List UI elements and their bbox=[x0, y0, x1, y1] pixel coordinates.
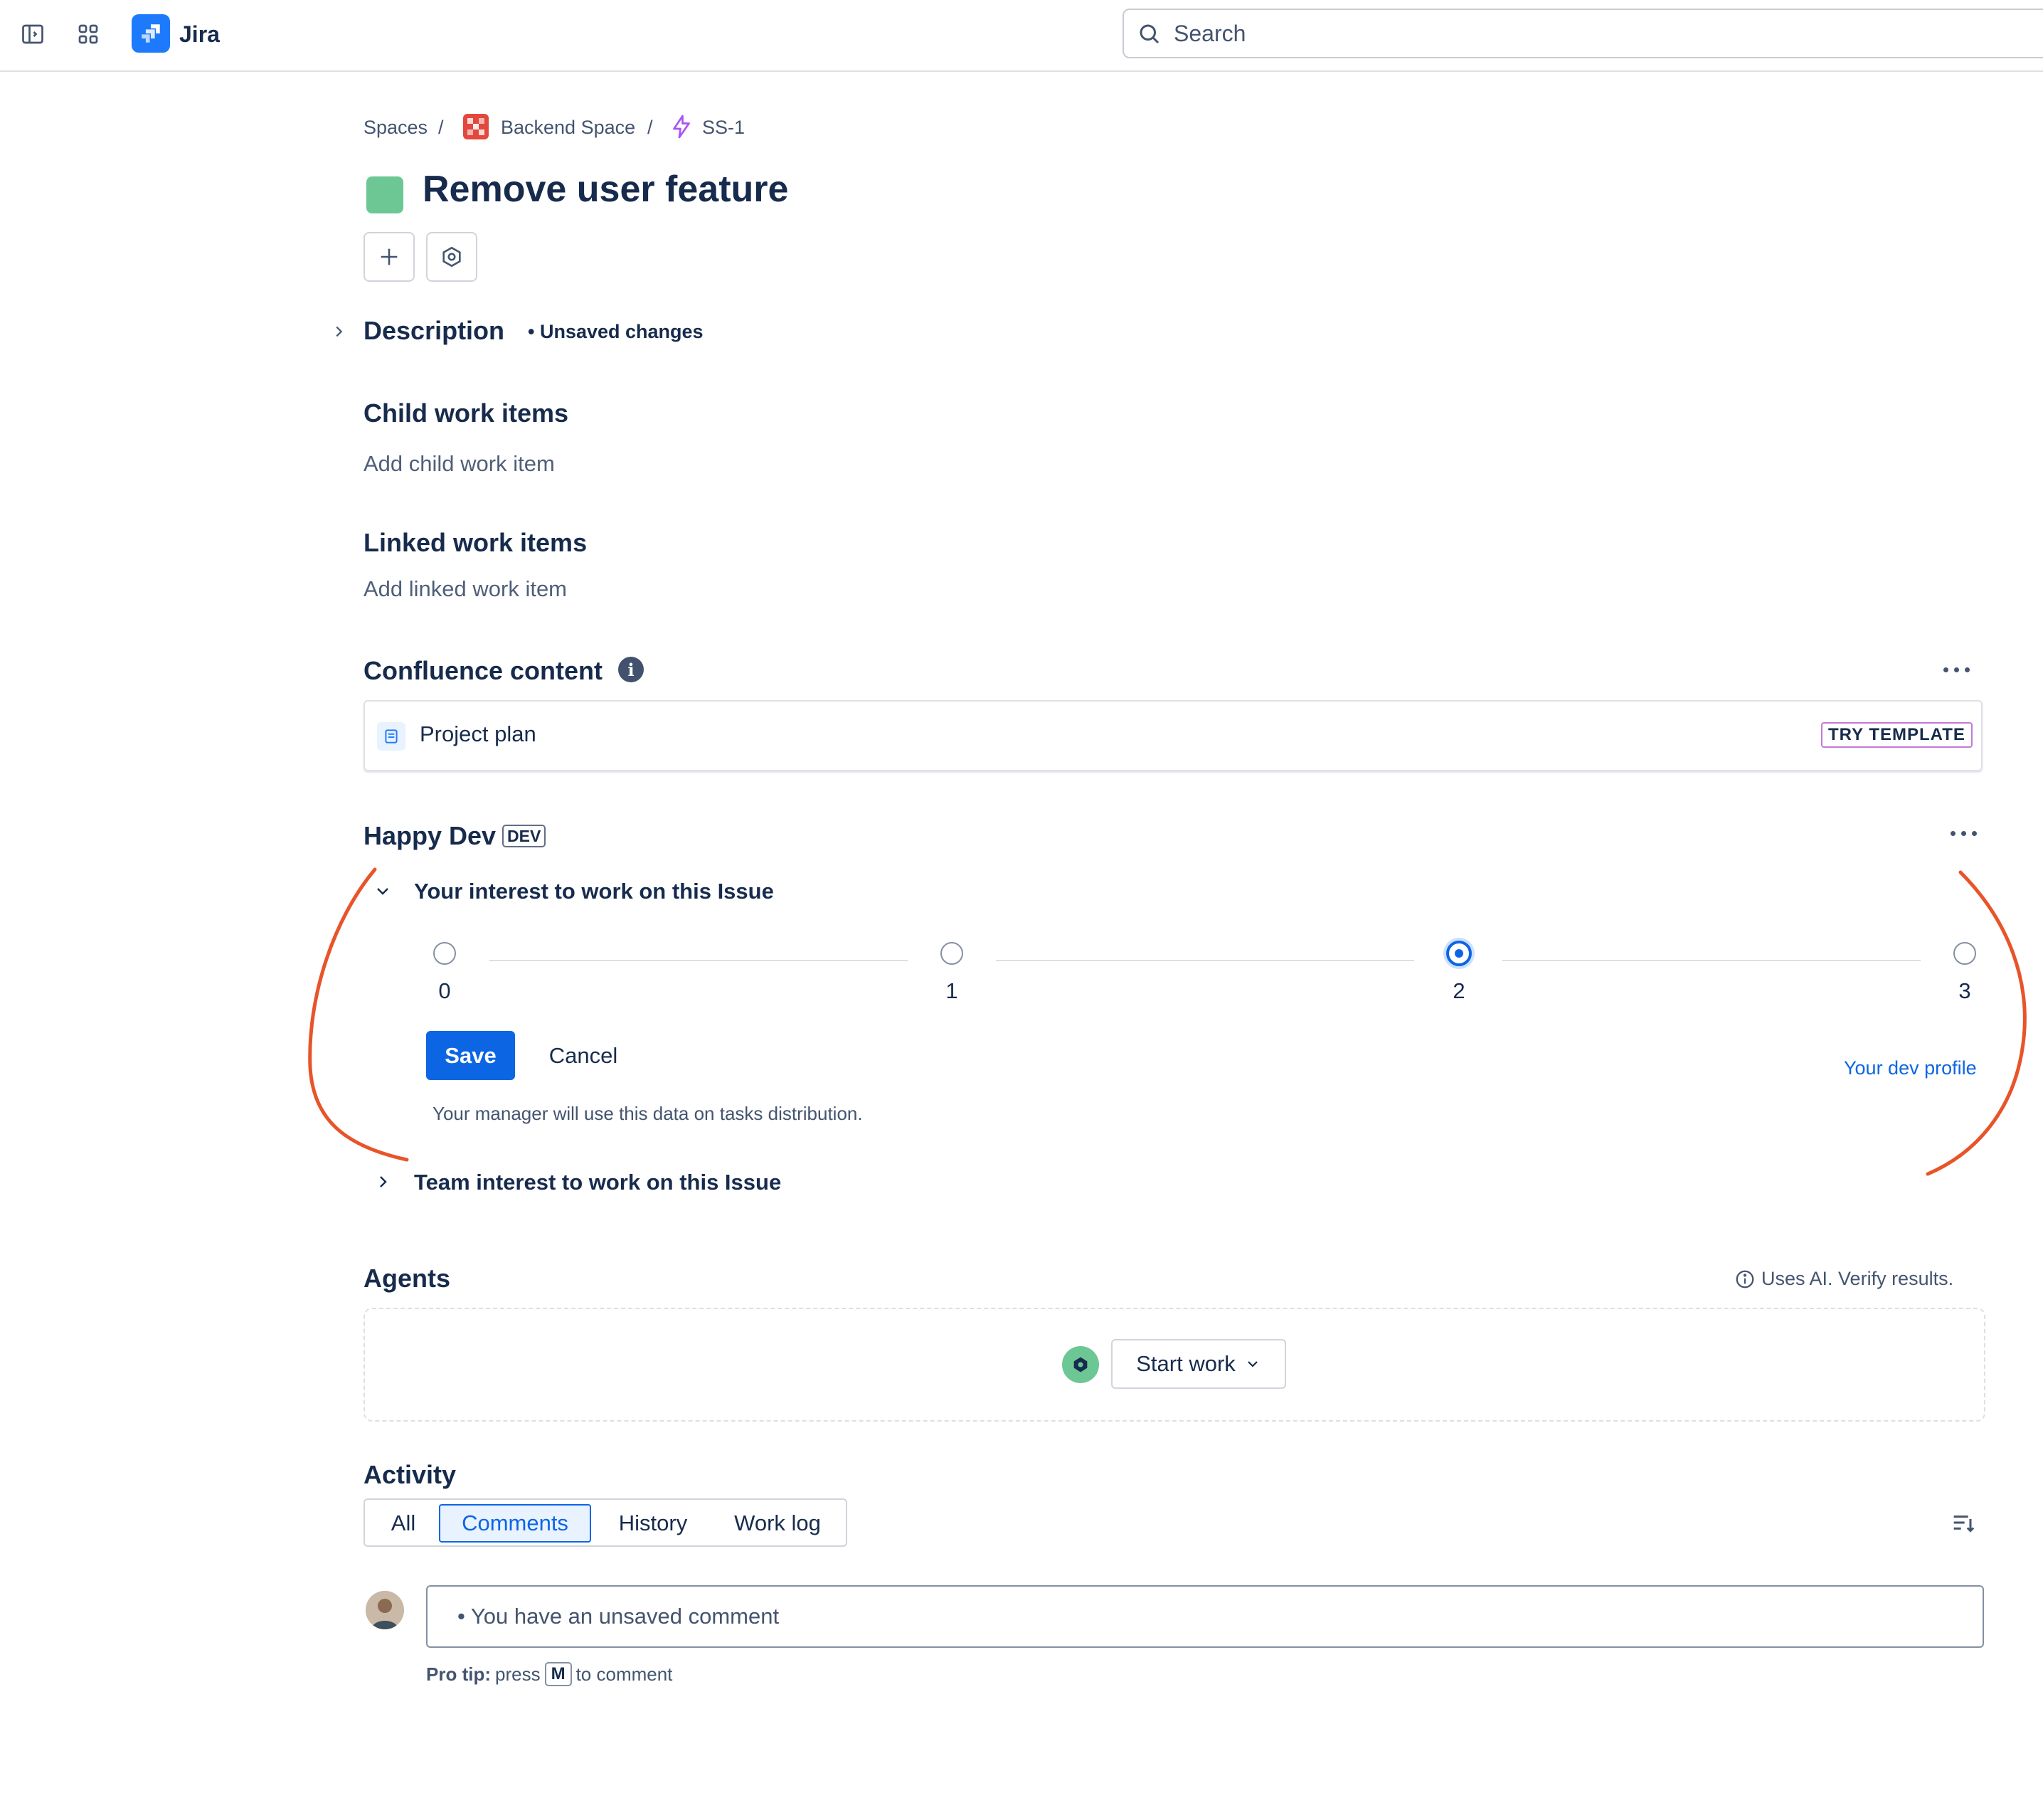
tab-work-log[interactable]: Work log bbox=[716, 1504, 839, 1543]
tab-history[interactable]: History bbox=[600, 1504, 706, 1543]
interest-radio-0[interactable] bbox=[433, 942, 456, 965]
confluence-item-title[interactable]: Project plan bbox=[420, 721, 536, 747]
add-child-work-item-link[interactable]: Add child work item bbox=[364, 451, 555, 477]
interest-radio-3[interactable] bbox=[1953, 942, 1976, 965]
tab-all[interactable]: All bbox=[375, 1504, 432, 1543]
pro-tip-suffix: to comment bbox=[575, 1663, 673, 1685]
apps-button[interactable] bbox=[426, 232, 477, 282]
pro-tip-press: press bbox=[495, 1663, 541, 1685]
chevron-right-icon[interactable] bbox=[327, 320, 350, 343]
activity-title: Activity bbox=[364, 1460, 457, 1489]
tab-comments[interactable]: Comments bbox=[439, 1504, 591, 1543]
happy-dev-title: Happy Dev bbox=[364, 821, 497, 850]
agents-title: Agents bbox=[364, 1264, 451, 1293]
your-interest-title[interactable]: Your interest to work on this Issue bbox=[414, 879, 774, 904]
save-button[interactable]: Save bbox=[426, 1031, 515, 1080]
info-outline-icon bbox=[1736, 1270, 1754, 1288]
interest-radio-label: 2 bbox=[1453, 978, 1465, 1003]
add-linked-work-item-link[interactable]: Add linked work item bbox=[364, 576, 567, 602]
sort-icon[interactable] bbox=[1949, 1508, 1978, 1537]
team-interest-title[interactable]: Team interest to work on this Issue bbox=[414, 1170, 781, 1195]
radio-connector bbox=[489, 960, 908, 961]
breadcrumb-separator: / bbox=[438, 117, 444, 138]
ai-note-text: Uses AI. Verify results. bbox=[1761, 1268, 1954, 1289]
breadcrumb-backend-space[interactable]: Backend Space bbox=[501, 117, 635, 139]
space-icon bbox=[463, 114, 489, 139]
activity-tabs: All Comments History Work log bbox=[364, 1498, 847, 1547]
description-title[interactable]: Description bbox=[364, 316, 504, 346]
start-work-label: Start work bbox=[1136, 1351, 1236, 1376]
more-options-icon[interactable] bbox=[1943, 667, 1970, 672]
dev-profile-link[interactable]: Your dev profile bbox=[1844, 1057, 1977, 1079]
lightning-icon bbox=[669, 114, 694, 139]
cancel-button[interactable]: Cancel bbox=[530, 1031, 637, 1080]
linked-work-items-title: Linked work items bbox=[364, 528, 588, 557]
add-button[interactable] bbox=[364, 232, 415, 282]
confluence-item-card[interactable] bbox=[364, 700, 1983, 771]
interest-radio-label: 3 bbox=[1958, 978, 1971, 1003]
chevron-right-icon[interactable] bbox=[371, 1170, 394, 1193]
dev-badge: DEV bbox=[502, 825, 546, 847]
interest-radio-2[interactable] bbox=[1446, 941, 1472, 966]
issue-type-icon[interactable] bbox=[366, 176, 403, 213]
start-work-button[interactable]: Start work bbox=[1111, 1339, 1286, 1389]
plus-icon bbox=[381, 248, 398, 265]
radio-connector bbox=[1502, 960, 1921, 961]
breadcrumb-issue-key[interactable]: SS-1 bbox=[702, 117, 745, 139]
info-icon[interactable]: i bbox=[618, 657, 644, 682]
avatar[interactable] bbox=[366, 1591, 404, 1629]
child-work-items-title: Child work items bbox=[364, 398, 569, 428]
interest-radio-label: 0 bbox=[438, 978, 451, 1003]
breadcrumb-spaces[interactable]: Spaces bbox=[364, 117, 428, 139]
keyboard-shortcut-m: M bbox=[544, 1662, 572, 1686]
interest-radio-1[interactable] bbox=[940, 942, 963, 965]
try-template-badge[interactable]: TRY TEMPLATE bbox=[1821, 722, 1973, 748]
page-title[interactable]: Remove user feature bbox=[423, 168, 788, 211]
unsaved-changes-label: • Unsaved changes bbox=[528, 321, 704, 342]
helper-text: Your manager will use this data on tasks… bbox=[433, 1103, 863, 1124]
hexagon-icon bbox=[442, 246, 461, 268]
ai-note: Uses AI. Verify results. bbox=[1734, 1268, 1953, 1290]
page-icon bbox=[377, 722, 405, 751]
comment-input[interactable]: • You have an unsaved comment bbox=[426, 1585, 1984, 1648]
pro-tip: Pro tip: press M to comment bbox=[426, 1662, 672, 1686]
chevron-down-icon[interactable] bbox=[371, 879, 394, 902]
radio-connector bbox=[996, 960, 1414, 961]
chevron-down-icon bbox=[1247, 1361, 1258, 1367]
confluence-content-title: Confluence content bbox=[364, 656, 603, 685]
interest-radio-label: 1 bbox=[945, 978, 958, 1003]
more-options-icon[interactable] bbox=[1951, 831, 1977, 836]
agent-avatar-icon bbox=[1062, 1346, 1099, 1383]
pro-tip-label: Pro tip: bbox=[426, 1663, 491, 1685]
breadcrumb-separator: / bbox=[647, 117, 653, 138]
